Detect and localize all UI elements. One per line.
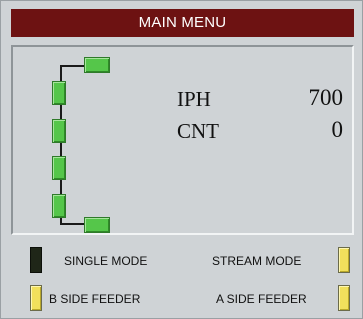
feeder-block[interactable] (52, 81, 66, 105)
page-title: MAIN MENU (11, 9, 354, 37)
iph-value: 700 (308, 85, 344, 110)
b-side-feeder-label: B SIDE FEEDER (49, 292, 141, 306)
feeder-block-top[interactable] (84, 57, 110, 73)
stream-mode-indicator[interactable] (338, 247, 350, 273)
single-mode-label: SINGLE MODE (64, 254, 148, 268)
main-menu-panel: MAIN MENU IPH 700 CNT 0 SINGLE MODE STRE… (0, 0, 363, 319)
b-side-feeder-indicator[interactable] (30, 285, 42, 311)
a-side-feeder-indicator[interactable] (338, 285, 350, 311)
cnt-value: 0 (331, 117, 344, 142)
connector-line (60, 65, 84, 67)
feeder-block-bottom[interactable] (84, 217, 110, 233)
status-area: IPH 700 CNT 0 (11, 45, 354, 235)
connector-line (60, 223, 84, 225)
cnt-label: CNT (177, 119, 219, 143)
feeder-block[interactable] (52, 194, 66, 218)
stream-mode-label: STREAM MODE (212, 254, 302, 268)
feeder-block[interactable] (52, 119, 66, 143)
a-side-feeder-label: A SIDE FEEDER (216, 292, 307, 306)
feeder-block[interactable] (52, 156, 66, 180)
single-mode-indicator[interactable] (30, 247, 42, 273)
iph-label: IPH (177, 87, 211, 111)
